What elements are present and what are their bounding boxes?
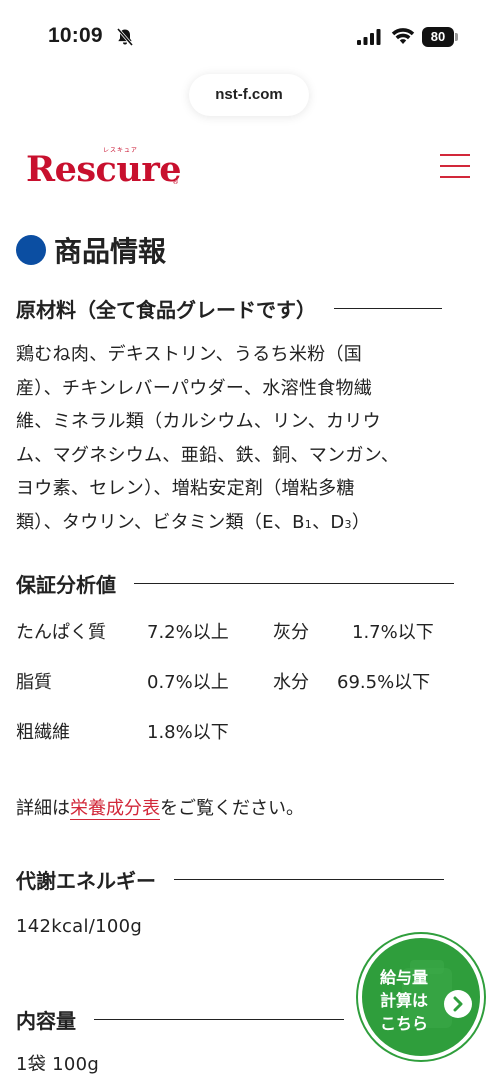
vitamin-b-subscript: 1	[304, 517, 313, 531]
ingredients-line: ム、マグネシウム、亜鉛、鉄、銅、マンガン、	[16, 444, 400, 466]
analysis-label: 脂質	[16, 672, 52, 693]
status-time: 10:09	[48, 24, 103, 47]
ingredients-close: ）	[351, 511, 371, 533]
url-bar[interactable]: nst-f.com	[189, 74, 309, 116]
section-title: 商品情報	[16, 230, 166, 270]
heading-rule	[174, 879, 444, 880]
analysis-value: 69.5%以下	[337, 672, 431, 693]
feeding-calculator-button[interactable]: 給与量 計算は こちら	[358, 934, 484, 1060]
ingredients-heading-text: 原材料（全て食品グレードです）	[16, 298, 316, 322]
energy-heading-text: 代謝エネルギー	[16, 869, 156, 893]
heading-rule	[134, 583, 454, 584]
analysis-row: 脂質 0.7%以上 水分 69.5%以下	[16, 668, 478, 698]
analysis-row: 粗繊維 1.8%以下	[16, 718, 478, 748]
ingredients-line: 類）、タウリン、ビタミン類（E、B	[16, 511, 305, 533]
analysis-value: 7.2%以上	[147, 622, 229, 643]
analysis-label: 粗繊維	[16, 722, 70, 743]
wifi-icon	[391, 28, 415, 44]
calc-label-line: こちら	[380, 1014, 429, 1033]
battery-tip	[455, 33, 458, 41]
analysis-row: たんぱく質 7.2%以上 灰分 1.7%以下	[16, 618, 478, 648]
ingredients-line: 維、ミネラル類（カルシウム、リン、カリウ	[16, 411, 381, 432]
analysis-heading-text: 保証分析値	[16, 573, 116, 597]
content-heading-text: 内容量	[16, 1009, 76, 1033]
content-heading: 内容量	[16, 1005, 344, 1034]
vitamin-d-subscript: 3	[344, 517, 352, 531]
analysis-value: 1.7%以下	[352, 622, 434, 643]
analysis-label: 水分	[273, 672, 309, 693]
analysis-heading: 保証分析値	[16, 569, 454, 598]
status-bar: 10:09 80	[0, 0, 499, 72]
calc-label: 給与量 計算は こちら	[380, 966, 450, 1035]
analysis-label: 灰分	[273, 622, 309, 643]
nutrition-table-link[interactable]: 栄養成分表	[70, 798, 160, 820]
analysis-value: 1.8%以下	[147, 722, 229, 743]
ingredients-line-last: 類）、タウリン、ビタミン類（E、B1、D3）	[16, 506, 478, 542]
heading-rule	[94, 1019, 344, 1020]
logo[interactable]: Rescure	[26, 149, 182, 190]
section-title-text: 商品情報	[54, 235, 167, 268]
hamburger-menu-icon[interactable]	[436, 152, 474, 180]
bell-slash-icon	[116, 28, 134, 46]
ingredients-heading: 原材料（全て食品グレードです）	[16, 294, 442, 323]
heading-rule	[334, 308, 442, 309]
analysis-label: たんぱく質	[16, 622, 106, 643]
ingredients-separator: 、D	[312, 511, 345, 533]
calc-label-line: 計算は	[380, 991, 429, 1010]
ingredients-line: ヨウ素、セレン）、増粘安定剤（増粘多糖	[16, 478, 355, 499]
detail-suffix: をご覧ください。	[160, 798, 304, 819]
cellular-signal-icon	[357, 29, 381, 45]
ingredients-line: 産）、チキンレバーパウダー、水溶性食物繊	[16, 377, 373, 399]
logo-registered-mark: ®	[172, 178, 179, 186]
energy-heading: 代謝エネルギー	[16, 865, 444, 894]
calc-label-line: 給与量	[380, 968, 429, 987]
ingredients-text: 鶏むね肉、デキストリン、うるち米粉（国 産）、チキンレバーパウダー、水溶性食物繊…	[16, 338, 478, 541]
detail-prefix: 詳細は	[16, 798, 70, 819]
analysis-value: 0.7%以上	[147, 672, 229, 693]
detail-line: 詳細は栄養成分表をご覧ください。	[16, 794, 304, 820]
ingredients-line: 鶏むね肉、デキストリン、うるち米粉（国	[16, 344, 363, 365]
battery-indicator: 80	[422, 27, 454, 47]
bullet-dot-icon	[16, 235, 46, 265]
chevron-right-icon	[444, 990, 472, 1018]
